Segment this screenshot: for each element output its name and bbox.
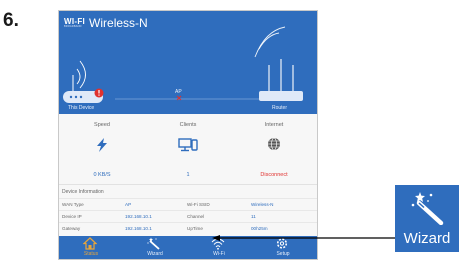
info-label: Wi-Fi SSID (187, 202, 210, 207)
wizard-label: Wizard (403, 230, 451, 247)
magic-wand-icon (147, 237, 160, 250)
this-device-label: This Device (68, 105, 95, 111)
router-icon (254, 26, 303, 101)
app-title: WI-FI BROADBAND Wireless-N (64, 16, 148, 30)
tab-label: Status (83, 251, 99, 257)
stat-value: 1 (186, 172, 190, 178)
home-icon (83, 237, 97, 250)
info-label: WAN Type (62, 202, 84, 207)
info-label: UpTime (187, 226, 203, 231)
info-label: Device IP (62, 214, 82, 219)
stat-value: 0 KB/S (93, 172, 111, 178)
stat-title: Speed (94, 122, 110, 128)
info-value: 192.168.10.1 (125, 214, 152, 219)
info-value: Wireless-N (251, 202, 274, 207)
stat-value: Disconnect (260, 172, 288, 178)
info-value: 00h25m (251, 226, 268, 231)
tab-label: Setup (276, 251, 290, 257)
alert-badge-icon (94, 88, 104, 98)
device-information-heading: Device Information (59, 184, 317, 199)
app-screen: WI-FI BROADBAND Wireless-N This Device A… (58, 10, 318, 260)
globe-icon (268, 137, 280, 151)
app-name: Wireless-N (89, 16, 148, 30)
router-label: Router (272, 105, 288, 111)
wizard-callout: Wizard (395, 185, 459, 252)
info-label: Gateway (62, 226, 81, 231)
tab-setup[interactable]: Setup (251, 236, 315, 259)
devices-icon (178, 138, 198, 152)
step-number: 6. (3, 10, 19, 31)
info-label: Channel (187, 214, 205, 219)
tab-wizard[interactable]: Wizard (123, 236, 187, 259)
section-title: Device Information (62, 189, 104, 195)
wifi-icon (211, 238, 225, 250)
magic-wand-icon (411, 192, 444, 225)
wifi-logo: WI-FI BROADBAND (64, 17, 85, 29)
bottom-tab-bar: Status Wizard Wi-Fi Setup (59, 236, 317, 259)
info-value: 11 (251, 214, 256, 219)
stat-title: Clients (179, 122, 197, 128)
info-value: AP (125, 202, 132, 207)
stat-title: Internet (264, 122, 284, 128)
ap-label: AP (175, 89, 182, 95)
gear-icon (276, 238, 288, 249)
stats-panel: Speed 0 KB/S Clients 1 Internet Disconne… (59, 114, 317, 184)
info-value: 192.168.10.1 (125, 226, 152, 231)
lightning-icon (97, 138, 107, 152)
logo-subtext: BROADBAND (64, 24, 82, 28)
network-status-hero: WI-FI BROADBAND Wireless-N This Device A… (59, 11, 317, 114)
tab-label: Wizard (147, 251, 163, 257)
tab-wifi[interactable]: Wi-Fi (187, 236, 251, 259)
info-row: Gateway 192.168.10.1 UpTime 00h25m (59, 222, 317, 235)
tab-status[interactable]: Status (59, 236, 123, 259)
tab-label: Wi-Fi (213, 251, 225, 257)
